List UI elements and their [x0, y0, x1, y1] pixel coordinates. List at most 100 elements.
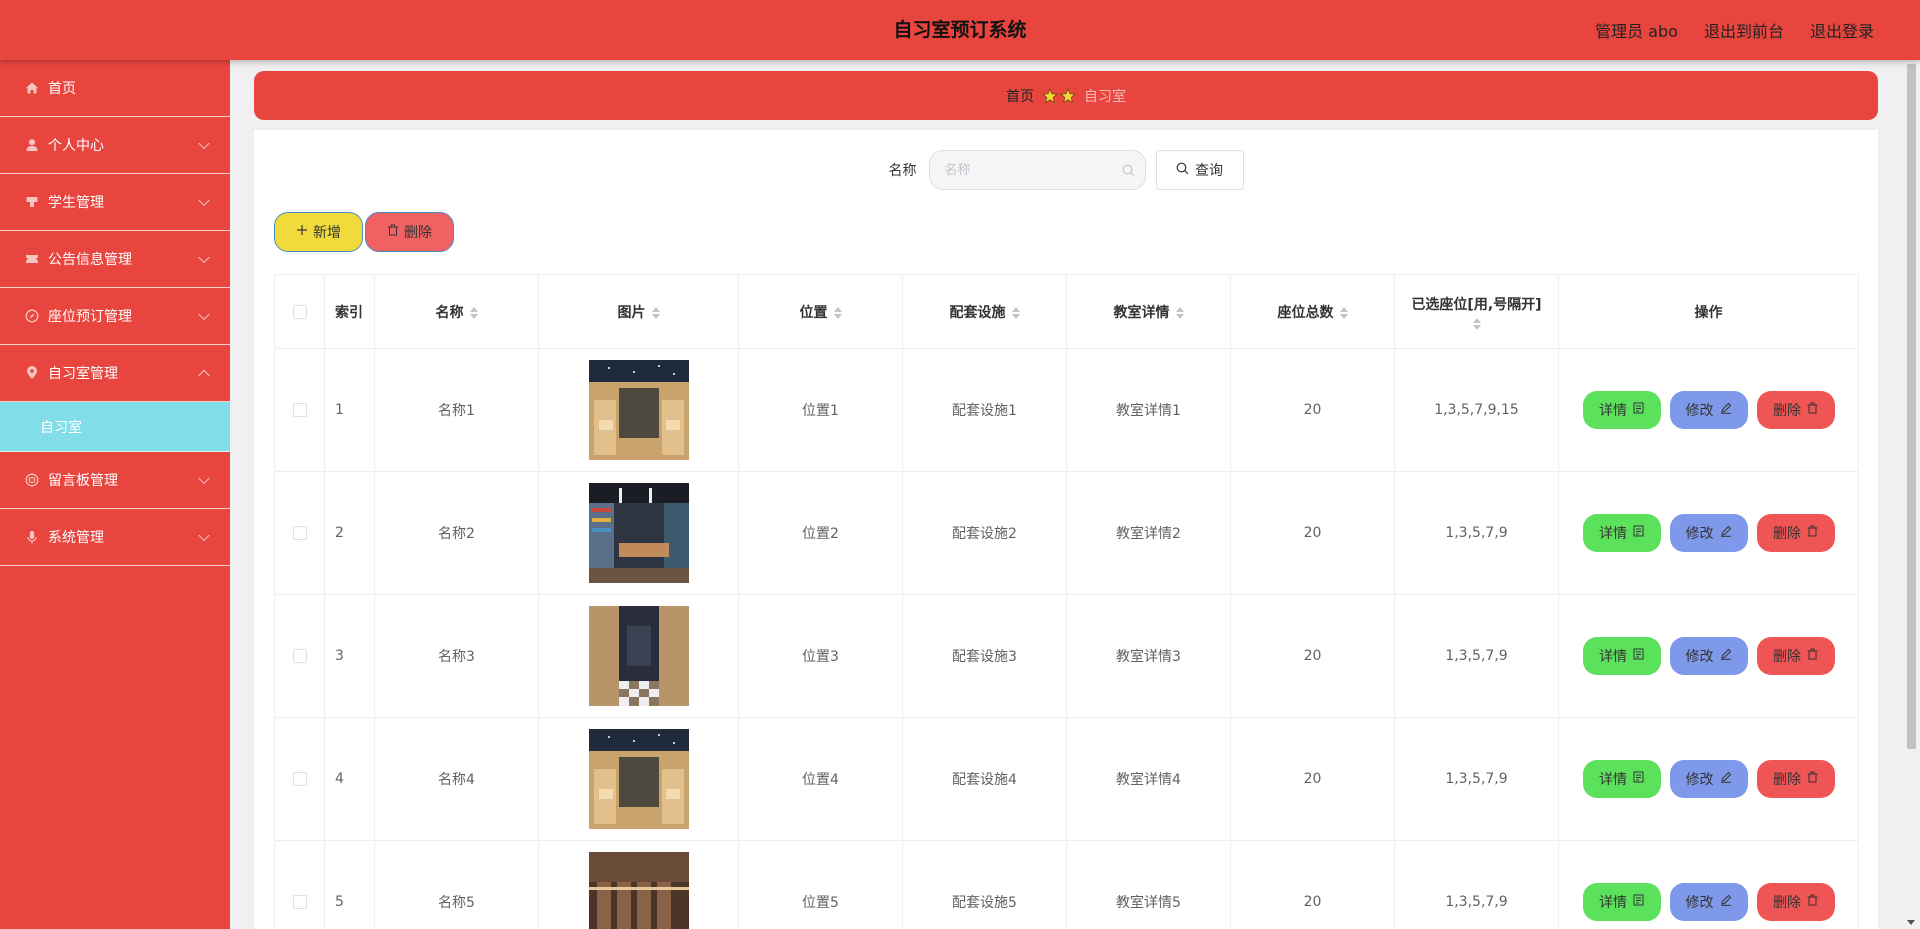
- ticket-icon: [24, 251, 40, 267]
- sidebar-item-label: 首页: [48, 81, 76, 97]
- room-photo[interactable]: [588, 360, 689, 460]
- sidebar-subitem-study-room[interactable]: 自习室: [0, 402, 230, 452]
- sort-icon[interactable]: [1472, 317, 1481, 330]
- cell-room-detail: 教室详情5: [1066, 840, 1231, 929]
- logout-link[interactable]: 退出登录: [1810, 18, 1874, 42]
- header-location[interactable]: 位置: [738, 274, 903, 349]
- pencil-icon: [1720, 648, 1732, 664]
- row-select-cell: [274, 471, 325, 595]
- sidebar-item-student-management[interactable]: 学生管理: [0, 174, 230, 231]
- sidebar-item-personal-center[interactable]: 个人中心: [0, 117, 230, 174]
- chevron-down-icon: [198, 194, 210, 207]
- detail-button[interactable]: 详情: [1582, 883, 1661, 921]
- edit-button[interactable]: 修改: [1669, 391, 1748, 429]
- chevron-down-icon: [198, 137, 210, 150]
- row-checkbox[interactable]: [292, 403, 307, 417]
- row-delete-button[interactable]: 删除: [1756, 883, 1835, 921]
- chevron-up-icon: [198, 369, 210, 382]
- row-checkbox[interactable]: [292, 772, 307, 786]
- row-checkbox[interactable]: [292, 895, 307, 909]
- scroll-down-arrow-icon[interactable]: [1907, 920, 1915, 925]
- sort-icon[interactable]: [1175, 306, 1184, 319]
- row-delete-button-label: 删除: [1773, 772, 1801, 788]
- table-row: 5 名称5 位置5 配套设施5 教室详情5 20 1,3,5,7,9 详情 修改…: [274, 840, 1859, 929]
- table-header-row: 索引 名称 图片 位置 配套设施 教室详情 座位总数 已选座位[用,号隔开] 操…: [274, 274, 1859, 349]
- cell-selected-seats: 1,3,5,7,9: [1394, 840, 1559, 929]
- edit-button-label: 修改: [1685, 895, 1714, 911]
- sort-icon[interactable]: [1011, 306, 1020, 319]
- cell-name: 名称4: [374, 717, 539, 841]
- star-separator-icon: [1042, 87, 1076, 104]
- header-selected-seats[interactable]: 已选座位[用,号隔开]: [1394, 274, 1559, 349]
- sidebar-item-system-management[interactable]: 系统管理: [0, 509, 230, 566]
- edit-button[interactable]: 修改: [1669, 883, 1748, 921]
- sidebar-item-home[interactable]: 首页: [0, 60, 230, 117]
- sidebar-item-label: 学生管理: [48, 195, 104, 211]
- row-delete-button[interactable]: 删除: [1756, 637, 1835, 675]
- batch-delete-button[interactable]: 删除: [365, 212, 454, 252]
- home-icon: [24, 80, 40, 96]
- edit-button[interactable]: 修改: [1669, 514, 1748, 552]
- cell-room-detail: 教室详情4: [1066, 717, 1231, 841]
- cell-image: [538, 471, 739, 595]
- row-checkbox[interactable]: [292, 649, 307, 663]
- pencil-icon: [1720, 894, 1732, 910]
- sidebar-item-study-room-management[interactable]: 自习室管理: [0, 345, 230, 402]
- detail-button[interactable]: 详情: [1582, 514, 1661, 552]
- name-search-input[interactable]: [929, 151, 1145, 189]
- breadcrumb-home[interactable]: 首页: [1006, 86, 1034, 106]
- detail-button[interactable]: 详情: [1582, 391, 1661, 429]
- header-seat-total[interactable]: 座位总数: [1230, 274, 1395, 349]
- room-photo[interactable]: [588, 483, 689, 583]
- search-label: 名称: [888, 163, 917, 179]
- row-checkbox[interactable]: [292, 526, 307, 540]
- header-name[interactable]: 名称: [374, 274, 539, 349]
- detail-button-label: 详情: [1599, 772, 1627, 788]
- detail-button[interactable]: 详情: [1582, 760, 1661, 798]
- sidebar-item-message-board-management[interactable]: 留言板管理: [0, 452, 230, 509]
- breadcrumb: 首页 自习室: [254, 71, 1878, 120]
- room-photo[interactable]: [588, 852, 689, 929]
- exit-to-front-link[interactable]: 退出到前台: [1704, 18, 1784, 42]
- row-delete-button[interactable]: 删除: [1756, 760, 1835, 798]
- sort-icon[interactable]: [833, 306, 842, 319]
- user-icon: [24, 137, 40, 153]
- row-delete-button[interactable]: 删除: [1756, 391, 1835, 429]
- add-button[interactable]: 新增: [274, 212, 363, 252]
- cell-seat-total: 20: [1230, 594, 1395, 718]
- sidebar-item-label: 自习室管理: [48, 366, 118, 382]
- sort-icon[interactable]: [651, 306, 660, 319]
- sort-icon[interactable]: [469, 306, 478, 319]
- row-delete-button-label: 删除: [1773, 526, 1801, 542]
- chevron-down-icon: [198, 529, 210, 542]
- sort-icon[interactable]: [1339, 306, 1348, 319]
- header-label: 名称: [435, 304, 464, 321]
- detail-button-label: 详情: [1599, 403, 1627, 419]
- page-scrollbar[interactable]: [1903, 60, 1920, 929]
- header-facilities[interactable]: 配套设施: [902, 274, 1067, 349]
- room-photo[interactable]: [588, 606, 689, 706]
- sidebar-item-seat-booking-management[interactable]: 座位预订管理: [0, 288, 230, 345]
- query-button[interactable]: 查询: [1155, 150, 1244, 190]
- edit-button[interactable]: 修改: [1669, 637, 1748, 675]
- row-delete-button[interactable]: 删除: [1756, 514, 1835, 552]
- header-image[interactable]: 图片: [538, 274, 739, 349]
- cell-location: 位置5: [738, 840, 903, 929]
- scrollbar-thumb[interactable]: [1907, 64, 1916, 749]
- row-delete-button-label: 删除: [1773, 403, 1801, 419]
- search-row: 名称 查询: [254, 150, 1878, 190]
- header-links: 管理员 abo 退出到前台 退出登录: [1595, 0, 1874, 60]
- detail-button[interactable]: 详情: [1582, 637, 1661, 675]
- table-row: 2 名称2 位置2 配套设施2 教室详情2 20 1,3,5,7,9 详情 修改…: [274, 471, 1859, 595]
- document-icon: [1633, 525, 1644, 541]
- edit-button[interactable]: 修改: [1669, 760, 1748, 798]
- sidebar-item-notice-management[interactable]: 公告信息管理: [0, 231, 230, 288]
- header-room-detail[interactable]: 教室详情: [1066, 274, 1231, 349]
- cell-name: 名称1: [374, 348, 539, 472]
- select-all-checkbox[interactable]: [292, 304, 307, 319]
- cell-facilities: 配套设施3: [902, 594, 1067, 718]
- detail-button-label: 详情: [1599, 895, 1627, 911]
- cell-location: 位置4: [738, 717, 903, 841]
- cell-room-detail: 教室详情2: [1066, 471, 1231, 595]
- room-photo[interactable]: [588, 729, 689, 829]
